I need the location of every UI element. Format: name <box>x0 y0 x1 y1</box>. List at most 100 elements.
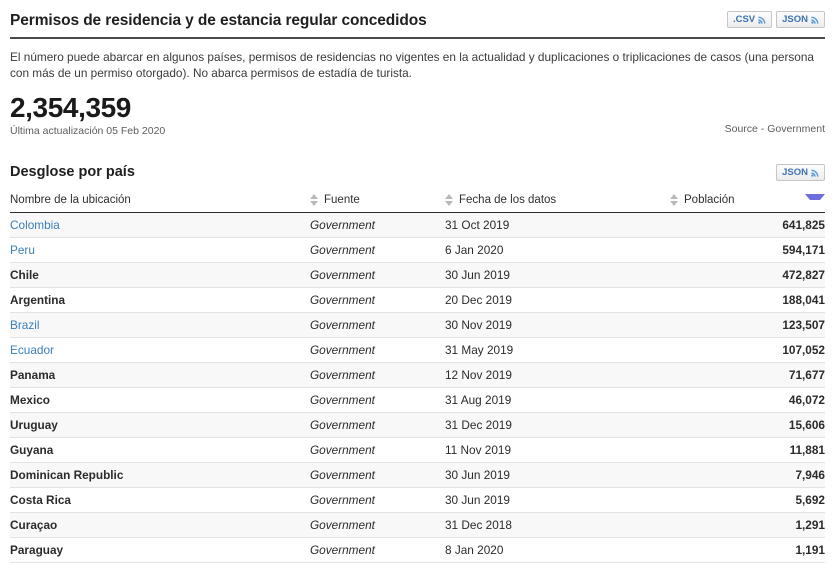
source-cell: Government <box>310 312 445 338</box>
population-cell: 11,881 <box>670 437 825 463</box>
stat-left: 2,354,359 Última actualización 05 Feb 20… <box>10 93 165 138</box>
source-text: Source - Government <box>724 123 825 135</box>
location-name: Panama <box>10 362 310 388</box>
location-link[interactable]: Peru <box>10 237 310 263</box>
date-cell: 20 Dec 2019 <box>445 287 670 313</box>
rss-feed-icon <box>811 15 820 24</box>
date-cell: 31 Oct 2019 <box>445 212 670 238</box>
date-cell: 31 Dec 2018 <box>445 512 670 538</box>
location-name: Uruguay <box>10 412 310 438</box>
location-name: Paraguay <box>10 537 310 563</box>
location-name: Argentina <box>10 287 310 313</box>
location-name: Mexico <box>10 387 310 413</box>
table-row: Argentina Government 20 Dec 2019 188,041 <box>10 287 825 313</box>
rss-feed-icon <box>811 168 820 177</box>
breakdown-json-button[interactable]: JSON <box>776 164 825 181</box>
sort-descending-icon[interactable] <box>805 194 825 206</box>
column-label-location: Nombre de la ubicación <box>10 194 131 206</box>
source-cell: Government <box>310 537 445 563</box>
column-label-source: Fuente <box>324 194 360 206</box>
source-cell: Government <box>310 287 445 313</box>
date-cell: 12 Nov 2019 <box>445 362 670 388</box>
population-cell: 1,291 <box>670 512 825 538</box>
rss-feed-icon <box>758 15 767 24</box>
date-cell: 31 Dec 2019 <box>445 412 670 438</box>
population-cell: 123,507 <box>670 312 825 338</box>
table-header-row: Nombre de la ubicación Fuente Fecha de l… <box>10 194 825 213</box>
location-link[interactable]: Ecuador <box>10 337 310 363</box>
page-header: Permisos de residencia y de estancia reg… <box>10 0 825 30</box>
table-head: Nombre de la ubicación Fuente Fecha de l… <box>10 194 825 213</box>
table-row: Uruguay Government 31 Dec 2019 15,606 <box>10 412 825 438</box>
population-cell: 46,072 <box>670 387 825 413</box>
table-row: Panama Government 12 Nov 2019 71,677 <box>10 362 825 388</box>
date-cell: 30 Jun 2019 <box>445 487 670 513</box>
source-cell: Government <box>310 487 445 513</box>
location-name: Dominican Republic <box>10 462 310 488</box>
column-header-source[interactable]: Fuente <box>310 194 445 213</box>
column-header-date[interactable]: Fecha de los datos <box>445 194 670 213</box>
date-cell: 31 May 2019 <box>445 337 670 363</box>
stat-block: 2,354,359 Última actualización 05 Feb 20… <box>10 93 825 138</box>
json-button-label: JSON <box>782 14 808 25</box>
section-title: Desglose por país <box>10 164 135 180</box>
csv-download-button[interactable]: .CSV <box>726 11 773 28</box>
sort-both-icon[interactable] <box>670 194 679 206</box>
location-name: Curaçao <box>10 512 310 538</box>
date-cell: 30 Nov 2019 <box>445 312 670 338</box>
population-cell: 107,052 <box>670 337 825 363</box>
table-row: Brazil Government 30 Nov 2019 123,507 <box>10 312 825 338</box>
table-row: Costa Rica Government 30 Jun 2019 5,692 <box>10 487 825 513</box>
table-row: Paraguay Government 8 Jan 2020 1,191 <box>10 537 825 563</box>
location-name: Chile <box>10 262 310 288</box>
date-cell: 30 Jun 2019 <box>445 262 670 288</box>
population-cell: 15,606 <box>670 412 825 438</box>
table-row: Curaçao Government 31 Dec 2018 1,291 <box>10 512 825 538</box>
source-cell: Government <box>310 437 445 463</box>
date-cell: 31 Aug 2019 <box>445 387 670 413</box>
table-row: Peru Government 6 Jan 2020 594,171 <box>10 237 825 263</box>
source-cell: Government <box>310 387 445 413</box>
column-label-population: Población <box>684 194 735 206</box>
source-cell: Government <box>310 212 445 238</box>
date-cell: 8 Jan 2020 <box>445 537 670 563</box>
table-row: Colombia Government 31 Oct 2019 641,825 <box>10 212 825 238</box>
source-cell: Government <box>310 237 445 263</box>
source-cell: Government <box>310 337 445 363</box>
table-body: Colombia Government 31 Oct 2019 641,825 Peru… <box>10 212 825 563</box>
source-cell: Government <box>310 262 445 288</box>
source-cell: Government <box>310 512 445 538</box>
source-cell: Government <box>310 412 445 438</box>
location-link[interactable]: Brazil <box>10 312 310 338</box>
breakdown-header: Desglose por país JSON <box>10 164 825 181</box>
population-cell: 7,946 <box>670 462 825 488</box>
population-cell: 472,827 <box>670 262 825 288</box>
location-link[interactable]: Colombia <box>10 212 310 238</box>
page-root: Permisos de residencia y de estancia reg… <box>0 0 835 563</box>
title-divider <box>10 37 825 39</box>
last-updated-text: Última actualización 05 Feb 2020 <box>10 125 166 137</box>
column-header-population[interactable]: Población <box>670 194 825 213</box>
header-feed-buttons: .CSV JSON <box>726 11 825 28</box>
column-label-date: Fecha de los datos <box>459 194 557 206</box>
population-cell: 594,171 <box>670 237 825 263</box>
page-title: Permisos de residencia y de estancia reg… <box>10 12 427 29</box>
population-cell: 1,191 <box>670 537 825 563</box>
sort-both-icon[interactable] <box>445 194 454 206</box>
table-row: Guyana Government 11 Nov 2019 11,881 <box>10 437 825 463</box>
json-download-button[interactable]: JSON <box>776 11 825 28</box>
date-cell: 6 Jan 2020 <box>445 237 670 263</box>
column-header-location[interactable]: Nombre de la ubicación <box>10 194 310 213</box>
sort-both-icon[interactable] <box>310 194 319 206</box>
total-value: 2,354,359 <box>10 92 131 123</box>
population-cell: 5,692 <box>670 487 825 513</box>
table-row: Mexico Government 31 Aug 2019 46,072 <box>10 387 825 413</box>
source-cell: Government <box>310 462 445 488</box>
description-text: El número puede abarcar en algunos paíse… <box>10 50 814 80</box>
location-name: Costa Rica <box>10 487 310 513</box>
breakdown-table: Nombre de la ubicación Fuente Fecha de l… <box>10 194 825 563</box>
population-cell: 641,825 <box>670 212 825 238</box>
source-cell: Government <box>310 362 445 388</box>
population-cell: 71,677 <box>670 362 825 388</box>
location-name: Guyana <box>10 437 310 463</box>
